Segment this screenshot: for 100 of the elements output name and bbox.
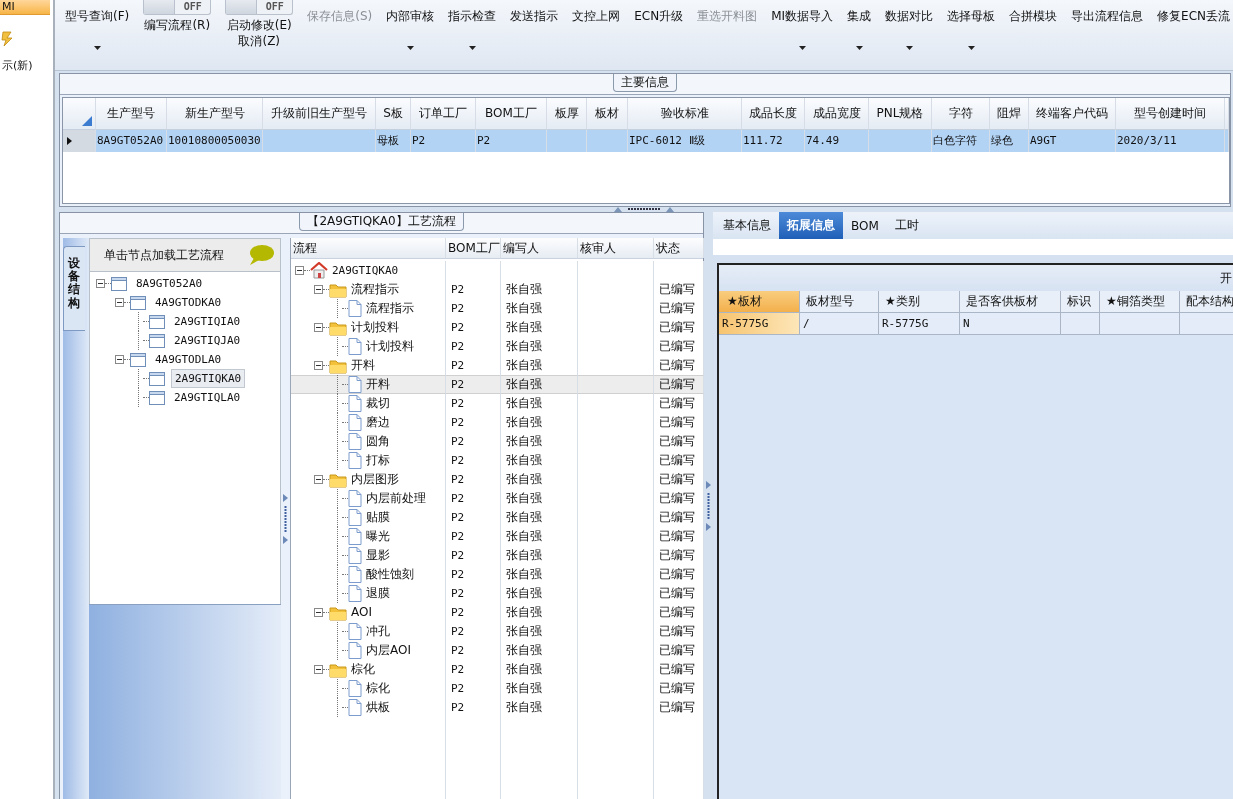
column-header[interactable]: 字符 [932,98,990,130]
column-header[interactable]: 型号创建时间 [1116,98,1225,130]
tree-item[interactable]: 8A9GT052A0 [133,275,206,292]
grid-row[interactable]: 流程指示 P2 张自强 已编写 [291,280,703,299]
tree-item[interactable]: 2A9GTIQJA0 [171,332,244,349]
side-tab[interactable]: 设备结构 [63,246,85,331]
ribbon-button[interactable]: 导出流程信息 [1071,0,1144,25]
grid-row[interactable]: 磨边 P2 张自强 已编写 [291,413,703,432]
tab[interactable]: 工时 [886,212,927,239]
ribbon-button[interactable]: 文控上网 [572,0,621,25]
table-row[interactable]: 8A9GT052A0 10010800050030 母板 P2 P2 IPC-6012 Ⅱ级 111.72 74.49 白色字符 绿色 A9GT 2020/3/11 [63,130,1229,152]
column-header[interactable]: 生产型号 [96,98,167,130]
tab[interactable]: BOM [843,212,887,239]
column-header[interactable]: BOM工厂 [476,98,547,130]
grid-row[interactable]: 显影 P2 张自强 已编写 [291,546,703,565]
column-header[interactable]: 流程 [291,238,446,258]
collapse-icon[interactable] [314,285,323,294]
grid-row[interactable]: 流程指示 P2 张自强 已编写 [291,299,703,318]
grid-row[interactable]: 2A9GTIQKA0 [291,261,703,280]
column-header[interactable]: 标识 [1061,291,1100,312]
ribbon-button[interactable]: 发送指示 [510,0,559,25]
table-cell[interactable]: / [800,313,879,334]
column-header[interactable]: ★板材 [719,291,800,312]
table-cell[interactable]: R-5775G [719,313,800,334]
collapse-icon[interactable] [115,298,124,307]
collapse-icon[interactable] [314,361,323,370]
column-header[interactable]: ★铜箔类型 [1100,291,1180,312]
table-cell[interactable] [1100,313,1180,334]
column-header[interactable]: 板材型号 [800,291,879,312]
sidebar-item[interactable]: MI [0,0,50,15]
tree-item[interactable]: 4A9GTODKA0 [152,294,225,311]
grid-row[interactable]: 圆角 P2 张自强 已编写 [291,432,703,451]
grid-row[interactable]: 内层图形 P2 张自强 已编写 [291,470,703,489]
ribbon-button[interactable]: 修复ECN丢流 [1157,0,1231,25]
grid-row[interactable]: 贴膜 P2 张自强 已编写 [291,508,703,527]
grid-row[interactable]: 退膜 P2 张自强 已编写 [291,584,703,603]
column-header[interactable]: 状态 [654,238,704,258]
grid-row[interactable]: 棕化 P2 张自强 已编写 [291,660,703,679]
table-cell[interactable] [1061,313,1100,334]
ribbon-button[interactable]: 编写流程(R) [144,15,211,33]
column-header[interactable]: 板材 [587,98,628,130]
grid-row[interactable]: 冲孔 P2 张自强 已编写 [291,622,703,641]
column-header[interactable]: 是否客供板材 [960,291,1061,312]
tree-item[interactable]: 2A9GTIQLA0 [171,389,244,406]
column-header[interactable]: BOM工厂 [446,238,501,258]
column-header[interactable]: 终端客户代码 [1029,98,1116,130]
ribbon-button[interactable]: 数据对比 [885,0,934,50]
ribbon-button[interactable]: ECN升级 [634,0,684,25]
column-header[interactable]: 配本结构 [1180,291,1233,312]
column-header[interactable]: 订单工厂 [411,98,476,130]
ribbon-button[interactable]: 启动修改(E) 取消(Z) [226,15,292,49]
column-header[interactable]: 新生产型号 [167,98,263,130]
ribbon-button[interactable]: 内部审核 [386,0,435,50]
grid-row[interactable]: 打标 P2 张自强 已编写 [291,451,703,470]
ribbon-button[interactable]: 指示检查 [448,0,497,50]
grid-row[interactable]: 内层前处理 P2 张自强 已编写 [291,489,703,508]
column-header[interactable]: 编写人 [501,238,578,258]
column-header[interactable]: 成品宽度 [805,98,869,130]
ribbon-button[interactable]: MI数据导入 [771,0,834,50]
collapse-icon[interactable] [295,266,304,275]
column-header[interactable]: 阻焊 [990,98,1029,130]
column-header[interactable]: 核审人 [578,238,654,258]
grid-row[interactable]: 计划投料 P2 张自强 已编写 [291,318,703,337]
tree-item[interactable]: 4A9GTODLA0 [152,351,225,368]
column-header[interactable]: S板 [376,98,411,130]
tab[interactable]: 拓展信息 [779,212,843,239]
ribbon-button[interactable]: 选择母板 [947,0,996,50]
tab[interactable]: 基本信息 [715,212,779,239]
grid-row[interactable]: 酸性蚀刻 P2 张自强 已编写 [291,565,703,584]
grid-row[interactable]: 计划投料 P2 张自强 已编写 [291,337,703,356]
collapse-icon[interactable] [115,355,124,364]
column-header[interactable]: PNL规格 [869,98,932,130]
collapse-icon[interactable] [314,608,323,617]
grid-row[interactable]: 裁切 P2 张自强 已编写 [291,394,703,413]
collapse-icon[interactable] [314,323,323,332]
toggle-switch[interactable]: OFF [225,0,294,15]
table-cell[interactable]: N [960,313,1061,334]
sidebar-item[interactable]: 示(新) [0,59,41,73]
column-header[interactable]: 成品长度 [742,98,805,130]
grid-row[interactable]: 开料 P2 张自强 已编写 [291,375,703,394]
column-header[interactable]: 升级前旧生产型号 [263,98,376,130]
grid-row[interactable]: 内层AOI P2 张自强 已编写 [291,641,703,660]
tree-item[interactable]: 2A9GTIQKA0 [171,369,246,388]
tree-item[interactable]: 2A9GTIQIA0 [171,313,244,330]
collapse-icon[interactable] [314,475,323,484]
ribbon-button[interactable]: 合拼模块 [1009,0,1058,25]
collapse-icon[interactable] [314,665,323,674]
column-header[interactable]: 板厚 [547,98,587,130]
grid-row[interactable]: AOI P2 张自强 已编写 [291,603,703,622]
grid-row[interactable]: 棕化 P2 张自强 已编写 [291,679,703,698]
table-cell[interactable]: R-5775G [879,313,960,334]
grid-row[interactable]: 开料 P2 张自强 已编写 [291,356,703,375]
grid-row[interactable]: 曝光 P2 张自强 已编写 [291,527,703,546]
ribbon-button[interactable]: 型号查询(F) [65,0,130,50]
column-header[interactable]: 验收标准 [628,98,742,130]
grid-row[interactable]: 烘板 P2 张自强 已编写 [291,698,703,717]
collapse-icon[interactable] [96,279,105,288]
toggle-switch[interactable]: OFF [143,0,212,15]
column-header[interactable]: ★类别 [879,291,960,312]
ribbon-button[interactable]: 集成 [847,0,872,50]
